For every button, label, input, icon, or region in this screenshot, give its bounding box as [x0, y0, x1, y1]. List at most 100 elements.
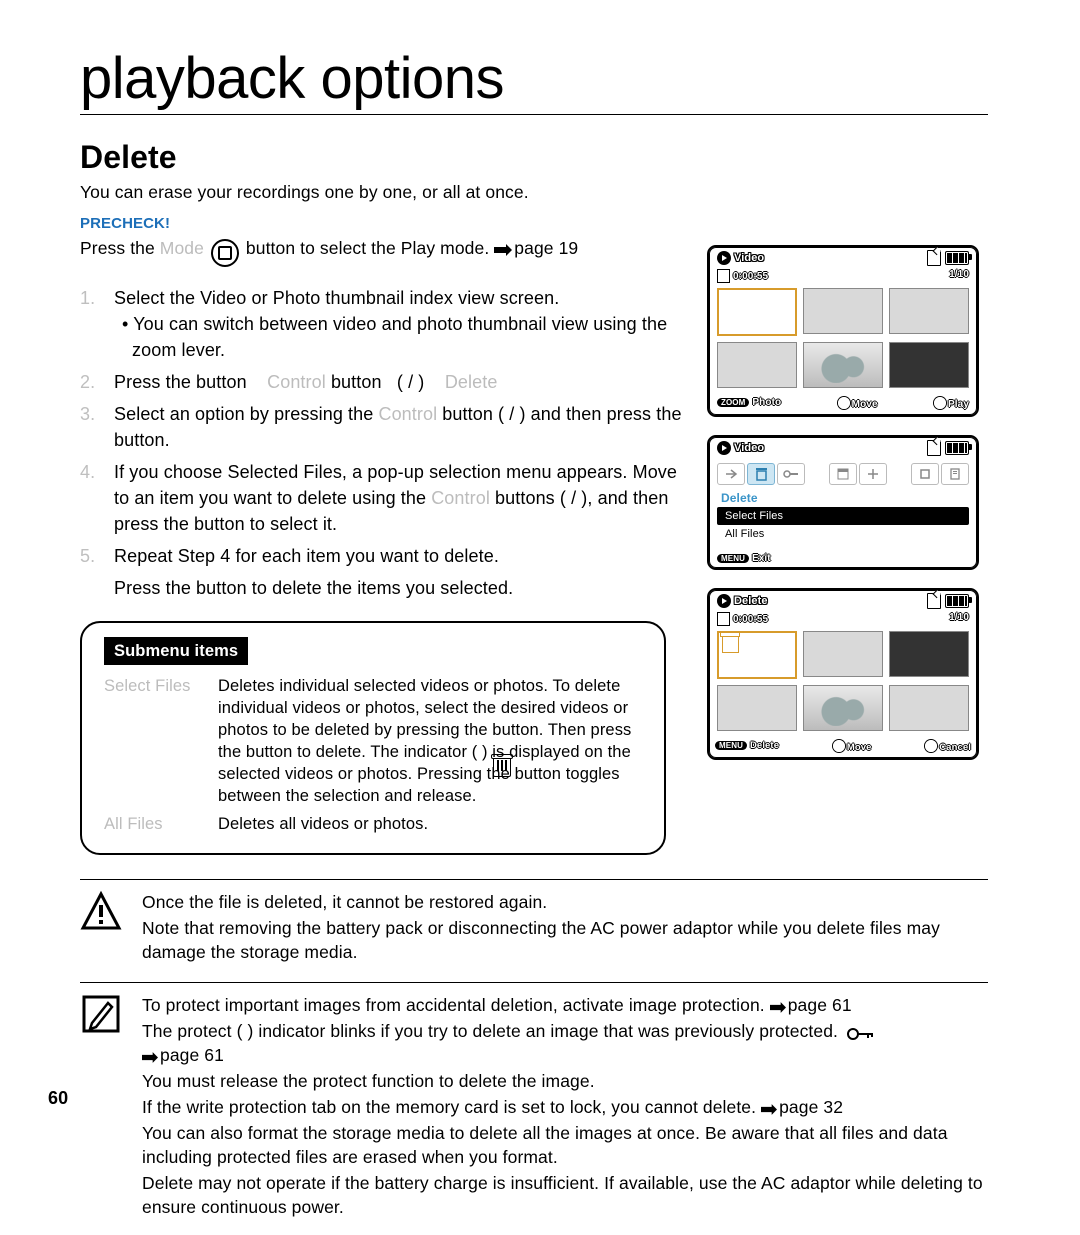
lcd-illustrations: Video 0:00:55 1/10 ZOOMPhoto Move Play V…: [707, 245, 979, 778]
title-rule: [80, 114, 988, 115]
page-ref-arrow-icon: [494, 244, 512, 256]
thumbnail: [717, 685, 797, 731]
note-text: Delete may not operate if the battery ch…: [142, 1171, 988, 1219]
cancel-hint: Cancel: [925, 740, 971, 753]
page-ref: page 19: [514, 238, 578, 258]
thumbnail: [717, 342, 797, 388]
intro-text: You can erase your recordings one by one…: [80, 182, 1000, 203]
delete-hint: MENUDelete: [715, 740, 779, 753]
step-number: 3.: [80, 401, 98, 453]
battery-status: [927, 250, 969, 266]
callout-list: Once the file is deleted, it cannot be r…: [80, 879, 988, 1227]
submenu-box: Submenu items Select Files Deletes indiv…: [80, 621, 666, 855]
thumbnail: [803, 342, 883, 388]
submenu-item-label: All Files: [104, 813, 204, 835]
note-icon: [80, 993, 122, 1035]
thumbnail: [803, 631, 883, 677]
thumbnail-grid: [709, 285, 977, 394]
page-ref-arrow-icon: [770, 1002, 786, 1013]
note-text: The protect ( ) indicator blinks if you …: [142, 1019, 988, 1067]
count-indicator: 1/10: [949, 269, 969, 283]
warning-text: Once the file is deleted, it cannot be r…: [142, 890, 988, 914]
battery-status: [927, 440, 969, 456]
toolbar-icon: [829, 463, 857, 485]
thumbnail-grid: [709, 628, 977, 737]
trash-icon: [493, 758, 511, 777]
play-mode-icon: Delete: [717, 594, 768, 608]
menu-toolbar: [709, 459, 977, 487]
note-callout: To protect important images from acciden…: [80, 982, 988, 1227]
lcd-screen-delete-select: Delete 0:00:55 1/10 MENUDelete Move Canc…: [707, 588, 979, 760]
submenu-item-desc: Deletes all videos or photos.: [218, 813, 642, 835]
thumbnail: [889, 342, 969, 388]
section-title: Delete: [80, 139, 1000, 176]
protect-key-icon: [846, 1027, 874, 1041]
page-number: 60: [48, 1088, 68, 1109]
warning-callout: Once the file is deleted, it cannot be r…: [80, 879, 988, 982]
time-indicator: 0:00:55: [717, 612, 768, 626]
thumbnail: [889, 288, 969, 334]
mode-word: Mode: [160, 238, 204, 258]
zoom-hint: ZOOMPhoto: [717, 397, 781, 410]
battery-status: [927, 593, 969, 609]
move-hint: Move: [838, 397, 878, 410]
play-mode-icon: Video: [717, 441, 764, 455]
text: Press the: [80, 238, 160, 258]
precheck-label: PRECHECK!: [80, 215, 1000, 232]
step-text: Select the Video or Photo thumbnail inde…: [114, 285, 690, 311]
note-text: If the write protection tab on the memor…: [142, 1095, 988, 1119]
note-text: You must release the protect function to…: [142, 1069, 988, 1093]
toolbar-icon: [717, 463, 745, 485]
thumbnail: [803, 288, 883, 334]
text: button to select the Play mode.: [246, 238, 494, 258]
step-number: 1.: [80, 285, 98, 363]
delete-mark-icon: [722, 636, 739, 653]
play-hint: Play: [934, 397, 969, 410]
exit-hint: MENUExit: [709, 549, 977, 570]
step-text: Press the button Control button ( / ) De…: [114, 369, 690, 395]
sd-card-icon: [927, 593, 941, 609]
menu-item-select-files: Select Files: [717, 507, 969, 525]
thumbnail-selected: [717, 288, 797, 336]
menu-title: Delete: [721, 491, 969, 505]
step-number: 4.: [80, 459, 98, 537]
note-text: To protect important images from acciden…: [142, 993, 988, 1017]
toolbar-icon: [911, 463, 939, 485]
step-number: 5.: [80, 543, 98, 601]
step-subtext: You can switch between video and photo t…: [114, 311, 690, 363]
warning-icon: [80, 890, 122, 932]
thumbnail: [803, 685, 883, 731]
page-ref-arrow-icon: [761, 1104, 777, 1115]
step-number: 2.: [80, 369, 98, 395]
submenu-heading: Submenu items: [104, 637, 248, 665]
thumbnail: [889, 631, 969, 677]
warning-text: Note that removing the battery pack or d…: [142, 916, 988, 964]
step-text: Repeat Step 4 for each item you want to …: [114, 543, 690, 601]
toolbar-icon: [777, 463, 805, 485]
step-text: If you choose Selected Files, a pop-up s…: [114, 459, 690, 537]
step-text: Select an option by pressing the Control…: [114, 401, 690, 453]
chapter-title: playback options: [80, 45, 1000, 112]
sd-card-icon: [927, 440, 941, 456]
move-hint: Move: [833, 740, 872, 753]
note-text: You can also format the storage media to…: [142, 1121, 988, 1169]
count-indicator: 1/10: [949, 612, 969, 626]
battery-icon: [945, 594, 969, 608]
toolbar-icon-delete: [747, 463, 775, 485]
submenu-item-desc: Deletes individual selected videos or ph…: [218, 675, 642, 807]
submenu-item-label: Select Files: [104, 675, 204, 807]
thumbnail: [889, 685, 969, 731]
menu-item-all-files: All Files: [717, 525, 969, 543]
lcd-screen-video-index: Video 0:00:55 1/10 ZOOMPhoto Move Play: [707, 245, 979, 417]
time-indicator: 0:00:55: [717, 269, 768, 283]
play-mode-icon: Video: [717, 251, 764, 265]
thumbnail-selected: [717, 631, 797, 679]
toolbar-icon: [941, 463, 969, 485]
sd-card-icon: [927, 250, 941, 266]
battery-icon: [945, 441, 969, 455]
mode-button-icon: [211, 239, 239, 267]
battery-icon: [945, 251, 969, 265]
page-ref-arrow-icon: [142, 1052, 158, 1063]
lcd-screen-delete-menu: Video Delete Select Files All Files MENU…: [707, 435, 979, 570]
toolbar-icon: [859, 463, 887, 485]
